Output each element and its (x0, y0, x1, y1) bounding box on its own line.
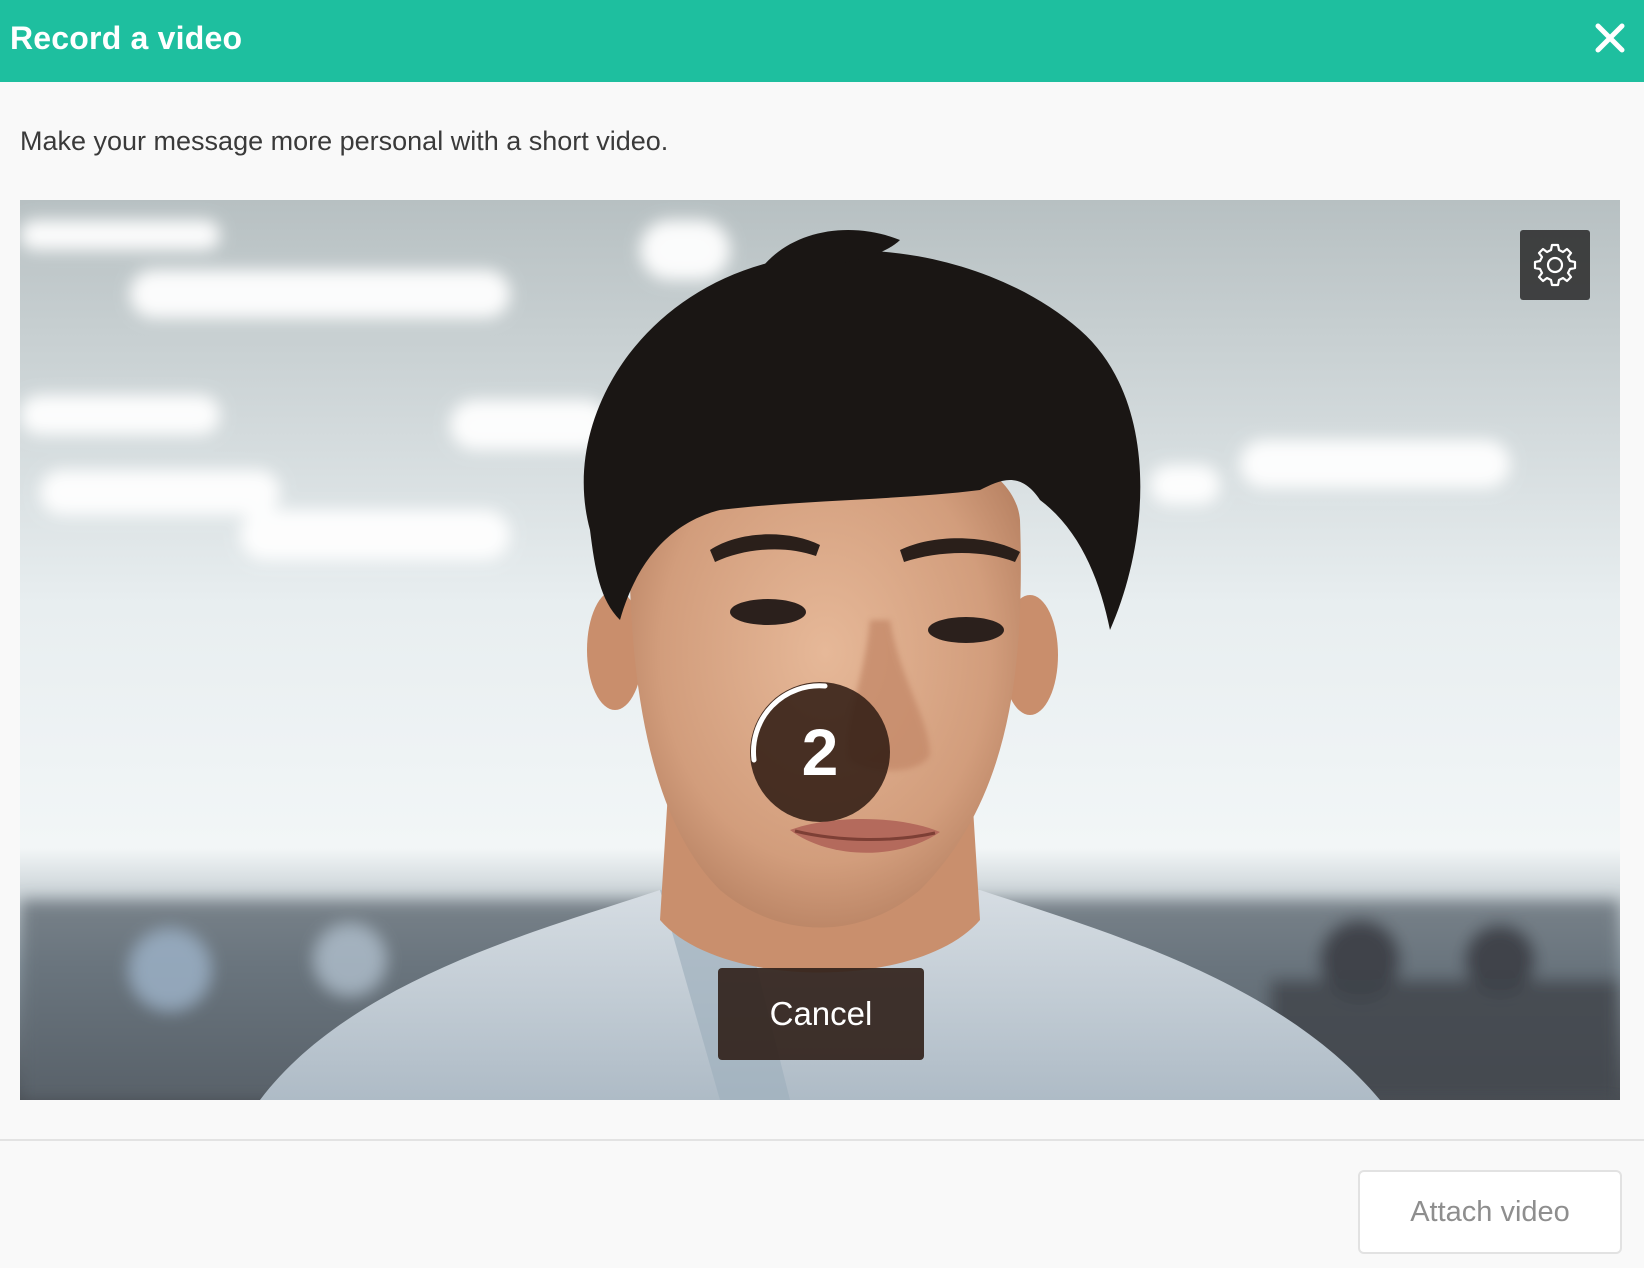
dialog-subtitle: Make your message more personal with a s… (20, 126, 669, 156)
close-button[interactable] (1590, 18, 1630, 58)
cancel-recording-button[interactable]: Cancel (718, 968, 924, 1060)
dialog-title: Record a video (10, 20, 243, 56)
attach-video-button[interactable]: Attach video (1358, 1170, 1622, 1254)
countdown-timer: 2 (750, 682, 890, 822)
close-icon (1595, 23, 1625, 53)
footer-divider (0, 1139, 1644, 1141)
countdown-number: 2 (801, 715, 839, 789)
gear-icon (1533, 243, 1577, 287)
camera-feed-image (20, 200, 1620, 1100)
video-preview: 2 Cancel (20, 200, 1620, 1100)
dialog-header: Record a video (0, 0, 1644, 82)
camera-settings-button[interactable] (1520, 230, 1590, 300)
